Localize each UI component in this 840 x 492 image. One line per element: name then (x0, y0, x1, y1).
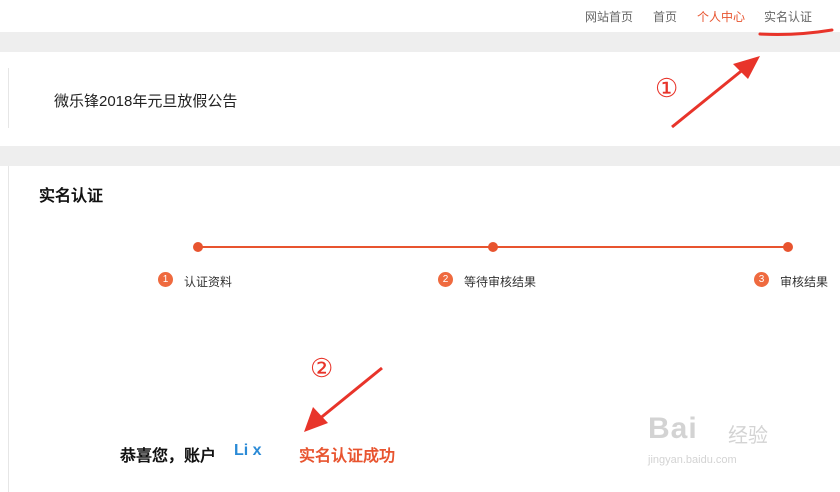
annotation-marker-1: ① (655, 74, 679, 104)
watermark-brand: Bai (648, 412, 698, 445)
arrow-shaft (671, 66, 746, 129)
annotation-marker-2: ② (310, 354, 334, 384)
arrow-head (304, 407, 328, 432)
watermark-url: jingyan.baidu.com (648, 454, 737, 466)
watermark-subtitle: 经验 (728, 425, 768, 447)
watermark: Bai 经验 jingyan.baidu.com (648, 402, 808, 472)
underline-mark (758, 28, 834, 36)
